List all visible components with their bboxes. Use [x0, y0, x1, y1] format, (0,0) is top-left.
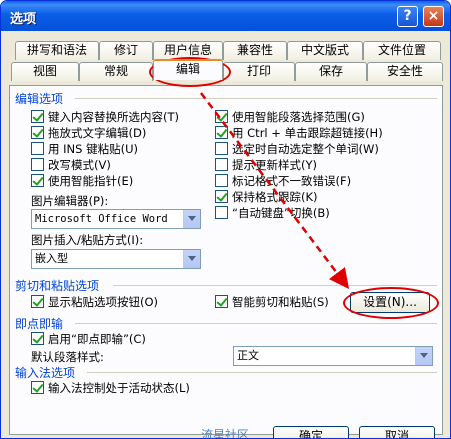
checkbox[interactable]	[31, 110, 44, 123]
option-smart-cut-paste[interactable]: 智能剪切和粘贴(S)	[215, 295, 329, 309]
checkbox[interactable]	[31, 174, 44, 187]
tab-general[interactable]: 常规	[79, 62, 153, 81]
checkbox[interactable]	[215, 190, 228, 203]
checkbox[interactable]	[215, 174, 228, 187]
option-ime-control-active[interactable]: 输入法控制处于活动状态(L)	[31, 381, 190, 395]
help-button[interactable]: ?	[397, 6, 418, 27]
cut-paste-heading: 剪切和粘贴选项	[15, 279, 100, 293]
checkbox[interactable]	[215, 206, 228, 219]
option-keep-track-formatting[interactable]: 保持格式跟踪(K)	[215, 190, 318, 204]
tab-edit[interactable]: 编辑	[153, 59, 223, 80]
watermark-text: 流星社区	[201, 428, 250, 439]
checkbox[interactable]	[31, 158, 44, 171]
checkbox[interactable]	[215, 126, 228, 139]
option-smart-cursor[interactable]: 使用智能指针(E)	[31, 174, 133, 188]
checkbox[interactable]	[215, 142, 228, 155]
chevron-down-icon[interactable]	[183, 250, 200, 268]
window-title: 选项	[10, 12, 37, 27]
picture-insert-dropdown[interactable]: 嵌入型	[31, 249, 201, 269]
section-divider	[75, 323, 437, 324]
option-smart-paragraph-selection[interactable]: 使用智能段落选择范围(G)	[215, 110, 365, 124]
tab-user-info[interactable]: 用户信息	[153, 41, 223, 60]
option-overtype-mode[interactable]: 改写模式(V)	[31, 158, 111, 172]
options-dialog: 选项 ? × 拼写和语法 修订 用户信息 兼容性 中文版式 文件位置 视图 常规…	[0, 0, 451, 439]
tab-security[interactable]: 安全性	[367, 62, 443, 81]
edit-options-heading: 编辑选项	[15, 92, 64, 106]
option-mark-format-inconsistency[interactable]: 标记格式不一致错误(F)	[215, 174, 351, 188]
tab-revisions[interactable]: 修订	[99, 41, 153, 60]
tab-save[interactable]: 保存	[295, 62, 367, 81]
close-button[interactable]: ×	[423, 6, 444, 27]
option-enable-click-and-type[interactable]: 启用“即点即输”(C)	[31, 332, 146, 346]
chevron-down-icon[interactable]	[183, 210, 200, 228]
ok-button[interactable]: 确定	[273, 426, 349, 438]
default-paragraph-style-label: 默认段落样式:	[31, 350, 104, 364]
section-divider	[113, 285, 437, 286]
tab-compatibility[interactable]: 兼容性	[223, 41, 287, 60]
option-select-whole-word[interactable]: 选定时自动选定整个单词(W)	[215, 142, 379, 156]
tab-print[interactable]: 打印	[223, 62, 295, 81]
default-paragraph-style-dropdown[interactable]: 正文	[233, 346, 433, 366]
picture-editor-label: 图片编辑器(P):	[31, 194, 109, 208]
cancel-button[interactable]: 取消	[359, 426, 435, 438]
picture-insert-label: 图片插入/粘贴方式(I):	[31, 233, 144, 247]
ime-heading: 输入法选项	[15, 366, 76, 380]
option-ins-key-paste[interactable]: 用 INS 键粘贴(U)	[31, 142, 138, 156]
option-prompt-update-style[interactable]: 提示更新样式(Y)	[215, 158, 317, 172]
title-bar[interactable]: 选项 ? ×	[1, 1, 450, 31]
tab-view[interactable]: 视图	[11, 62, 79, 81]
option-show-paste-buttons[interactable]: 显示粘贴选项按钮(O)	[31, 295, 158, 309]
section-divider	[87, 372, 437, 373]
checkbox[interactable]	[31, 381, 44, 394]
option-drag-drop-editing[interactable]: 拖放式文字编辑(D)	[31, 126, 146, 140]
checkbox[interactable]	[31, 295, 44, 308]
option-ctrl-click-hyperlink[interactable]: 用 Ctrl + 单击跟踪超链接(H)	[215, 126, 383, 140]
option-auto-keyboard-switch[interactable]: “自动键盘”切换(B)	[215, 206, 330, 220]
settings-button[interactable]: 设置(N)...	[350, 292, 430, 313]
tab-file-locations[interactable]: 文件位置	[363, 41, 441, 60]
picture-editor-dropdown[interactable]: Microsoft Office Word	[31, 209, 201, 229]
checkbox[interactable]	[215, 295, 228, 308]
tab-spelling-grammar[interactable]: 拼写和语法	[15, 41, 99, 60]
checkbox[interactable]	[31, 142, 44, 155]
checkbox[interactable]	[215, 110, 228, 123]
checkbox[interactable]	[31, 332, 44, 345]
tab-chinese-layout[interactable]: 中文版式	[287, 41, 363, 60]
checkbox[interactable]	[31, 126, 44, 139]
click-type-heading: 即点即输	[15, 317, 64, 331]
section-divider	[75, 98, 437, 99]
option-typing-replaces-selection[interactable]: 键入内容替换所选内容(T)	[31, 110, 179, 124]
checkbox[interactable]	[215, 158, 228, 171]
chevron-down-icon[interactable]	[415, 347, 432, 365]
